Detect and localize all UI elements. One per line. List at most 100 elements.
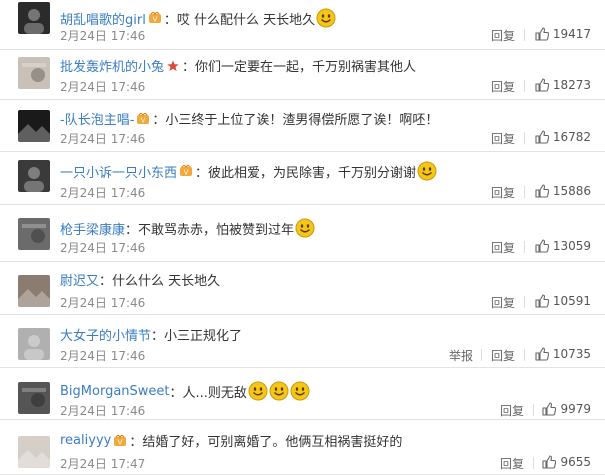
username-link[interactable]: realiyyy	[60, 433, 111, 448]
reply-button[interactable]: 回复	[491, 27, 515, 44]
username-link[interactable]: 大女子的小情节	[60, 325, 151, 344]
comment-text: 小三正规化了	[164, 329, 243, 344]
like-count: 9655	[560, 455, 591, 469]
thumbs-up-icon	[535, 294, 549, 308]
username-link[interactable]: 一只小诉一只小东西	[60, 162, 177, 181]
comment-timestamp: 2月24日 17:47	[60, 457, 146, 471]
like-button[interactable]: 10591	[535, 294, 591, 308]
reply-button[interactable]: 回复	[491, 239, 515, 256]
username-link[interactable]: 批发轰炸机的小兔	[60, 56, 164, 75]
username-link[interactable]: -队长泡主唱-	[60, 109, 134, 128]
reply-button[interactable]: 回复	[491, 78, 515, 95]
like-button[interactable]: 13059	[535, 239, 591, 253]
avatar[interactable]	[18, 110, 50, 142]
reply-button[interactable]: 回复	[491, 130, 515, 147]
username-link[interactable]: 胡乱唱歌的girl	[60, 9, 146, 28]
action-divider	[533, 457, 534, 469]
comment-row: 枪手梁康康：不敢骂赤赤，怕被赞到过年 2月24日 17:46 回复 13059	[0, 205, 605, 262]
comment-timestamp: 2月24日 17:46	[60, 296, 146, 310]
comment-row: 大女子的小情节：小三正规化了 2月24日 17:46 举报 回复 10735	[0, 315, 605, 368]
action-divider	[524, 241, 525, 253]
comment-list: 胡乱唱歌的girl V：哎 什么配什么 天长地久 2月24日 17:46 回复 1941…	[0, 0, 605, 475]
reply-button[interactable]: 回复	[491, 184, 515, 201]
like-count: 9979	[560, 402, 591, 416]
avatar[interactable]	[18, 328, 50, 360]
action-divider	[524, 349, 525, 361]
comment-row: -队长泡主唱- V ：小三终于上位了诶！渣男得偿所愿了诶！啊呸！ 2月24日 17:4…	[0, 100, 605, 152]
name-separator: ：	[99, 274, 113, 289]
svg-text:V: V	[152, 16, 157, 24]
comment-line: 胡乱唱歌的girl V ：哎 什么配什么 天长地久	[60, 8, 336, 28]
svg-text:V: V	[184, 169, 189, 177]
avatar[interactable]	[18, 382, 50, 414]
avatar[interactable]	[18, 2, 50, 34]
comment-timestamp: 2月24日 17:46	[60, 241, 146, 255]
action-divider	[524, 132, 525, 144]
comment-text: 彼此相爱，为民除害，千万别分谢谢	[208, 165, 417, 181]
action-divider	[481, 349, 482, 361]
like-button[interactable]: 9979	[542, 402, 591, 416]
smile-emoji-icon	[417, 161, 437, 181]
comment-text: 小三终于上位了诶！渣男得偿所愿了诶！啊呸！	[165, 113, 439, 128]
comment-row: BigMorganSweet：人...则无敌 2月24日 17:46 回复 9979	[0, 368, 605, 420]
like-count: 19417	[552, 27, 591, 41]
comment-text: 你们一定要在一起，千万别祸害其他人	[195, 60, 417, 75]
reply-button[interactable]: 回复	[500, 455, 524, 472]
smile-emoji-icon	[290, 381, 310, 401]
like-count: 10591	[552, 294, 591, 308]
like-button[interactable]: 19417	[535, 27, 591, 41]
comment-text: 人...则无敌	[182, 385, 247, 401]
avatar[interactable]	[18, 218, 50, 250]
comment-row: 尉迟又：什么什么 天长地久 2月24日 17:46 回复 10591	[0, 262, 605, 315]
smile-emoji-icon	[316, 8, 336, 28]
comment-line: 尉迟又：什么什么 天长地久	[60, 270, 220, 289]
reply-button[interactable]: 回复	[500, 402, 524, 419]
like-button[interactable]: 18273	[535, 78, 591, 92]
avatar[interactable]	[18, 57, 50, 89]
comment-row: 批发轰炸机的小兔 ：你们一定要在一起，千万别祸害其他人 2月24日 17:46 回复 1…	[0, 50, 605, 100]
action-divider	[524, 186, 525, 198]
like-button[interactable]: 9655	[542, 455, 591, 469]
comment-timestamp: 2月24日 17:46	[60, 132, 146, 146]
comment-text: 结婚了好，可别离婚了。他俩互相祸害挺好的	[142, 435, 403, 450]
avatar[interactable]	[18, 275, 50, 307]
smile-emoji-icon	[269, 381, 289, 401]
like-button[interactable]: 10735	[535, 347, 591, 361]
svg-text:V: V	[118, 438, 123, 446]
smile-emoji-icon	[248, 381, 268, 401]
reply-button[interactable]: 回复	[491, 294, 515, 311]
thumbs-up-icon	[542, 455, 557, 469]
thumbs-up-icon	[535, 239, 549, 253]
comment-line: 枪手梁康康：不敢骂赤赤，怕被赞到过年	[60, 218, 315, 238]
like-count: 10735	[552, 347, 591, 361]
like-button[interactable]: 16782	[535, 130, 591, 144]
name-separator: ：	[152, 113, 166, 128]
comment-line: BigMorganSweet：人...则无敌	[60, 381, 310, 401]
username-link[interactable]: 枪手梁康康	[60, 219, 125, 238]
thumbs-up-icon	[535, 184, 549, 198]
like-button[interactable]: 15886	[535, 184, 591, 198]
reply-button[interactable]: 回复	[491, 347, 515, 364]
avatar[interactable]	[18, 436, 50, 468]
vip-badge-icon: V	[179, 165, 193, 177]
comment-timestamp: 2月24日 17:46	[60, 404, 146, 418]
name-separator: ：	[163, 12, 177, 28]
name-separator: ：	[195, 165, 209, 181]
thumbs-up-icon	[535, 130, 549, 144]
comment-line: 大女子的小情节：小三正规化了	[60, 325, 242, 344]
comment-timestamp: 2月24日 17:46	[60, 29, 146, 43]
thumbs-up-icon	[535, 78, 549, 92]
comment-row: realiyyy V ：结婚了好，可别离婚了。他俩互相祸害挺好的 2月24日 17:4…	[0, 420, 605, 475]
username-link[interactable]: 尉迟又	[60, 270, 99, 289]
comment-line: -队长泡主唱- V ：小三终于上位了诶！渣男得偿所愿了诶！啊呸！	[60, 109, 438, 128]
comment-timestamp: 2月24日 17:46	[60, 349, 146, 363]
name-separator: ：	[129, 435, 143, 450]
like-count: 16782	[552, 130, 591, 144]
report-button[interactable]: 举报	[449, 347, 473, 364]
avatar[interactable]	[18, 160, 50, 192]
name-separator: ：	[169, 385, 183, 401]
action-divider	[524, 80, 525, 92]
comment-line: 批发轰炸机的小兔 ：你们一定要在一起，千万别祸害其他人	[60, 56, 416, 75]
username-link[interactable]: BigMorganSweet	[60, 384, 170, 399]
vip-badge-icon: V	[136, 112, 150, 125]
